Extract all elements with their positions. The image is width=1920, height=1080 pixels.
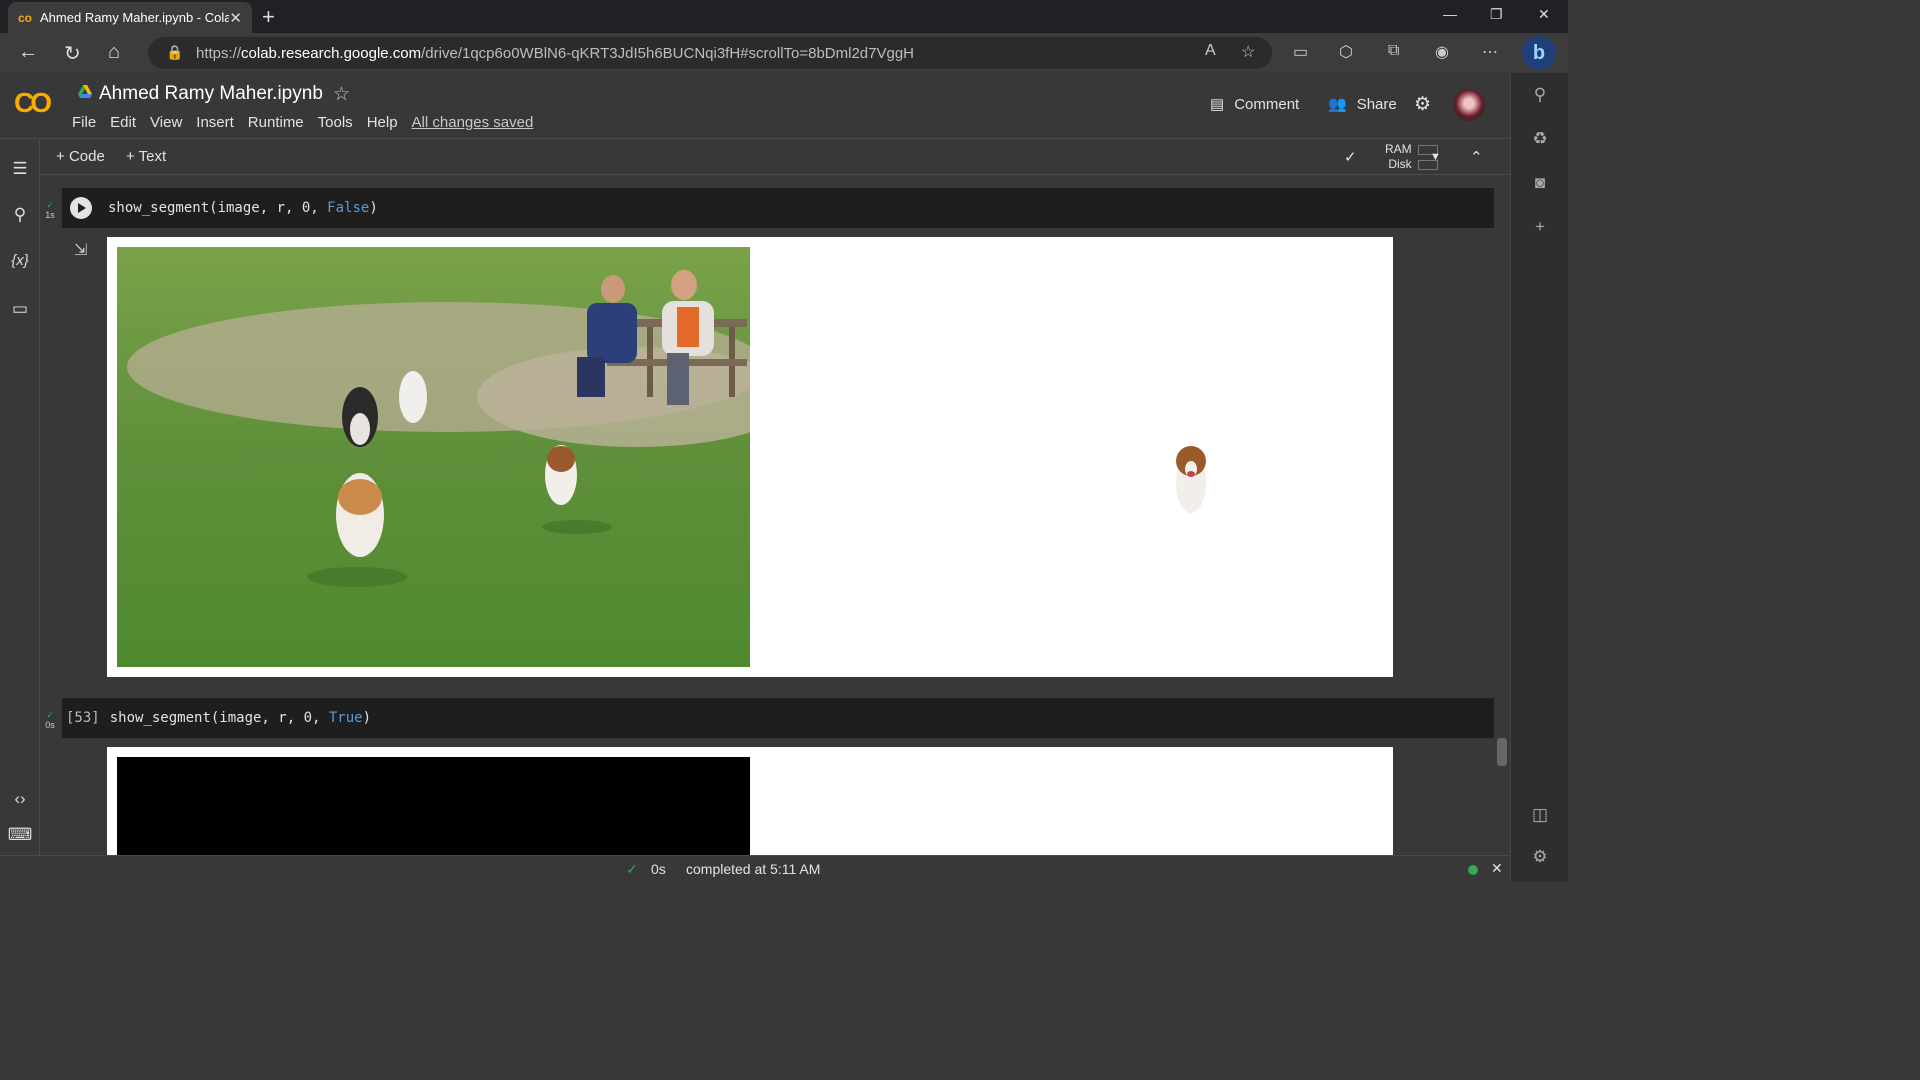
star-icon[interactable]: ☆ bbox=[333, 83, 350, 106]
dog-park-photo bbox=[117, 247, 750, 667]
comment-button[interactable]: ▤ Comment bbox=[1210, 95, 1299, 114]
more-icon[interactable]: ⋯ bbox=[1482, 42, 1498, 62]
cell-success-icon: ✓ bbox=[46, 710, 54, 720]
code-cell[interactable]: [53] show_segment(image, r, 0, True) bbox=[62, 698, 1494, 738]
url-text: https://colab.research.google.com/drive/… bbox=[196, 44, 915, 62]
address-bar: ← ↻ ⌂ 🔒 https://colab.research.google.co… bbox=[0, 33, 1568, 73]
menu-help[interactable]: Help bbox=[367, 114, 398, 131]
status-completed: completed at 5:11 AM bbox=[686, 861, 821, 877]
restore-icon[interactable]: ❐ bbox=[1490, 6, 1503, 23]
collections-icon[interactable]: ⧉ bbox=[1388, 42, 1399, 60]
cell-success-icon: ✓ bbox=[46, 200, 54, 210]
status-duration: 0s bbox=[651, 861, 666, 877]
new-tab-icon[interactable]: + bbox=[262, 4, 275, 30]
black-mask-image bbox=[117, 757, 750, 855]
lock-icon: 🔒 bbox=[166, 44, 184, 60]
bing-icon[interactable]: b bbox=[1522, 36, 1556, 70]
back-icon[interactable]: ← bbox=[18, 41, 38, 64]
sidebar-search-icon[interactable]: ⚲ bbox=[1511, 85, 1569, 105]
menu-bar: File Edit View Insert Runtime Tools Help… bbox=[72, 114, 533, 131]
menu-tools[interactable]: Tools bbox=[318, 114, 353, 131]
tab-title: Ahmed Ramy Maher.ipynb - Cola bbox=[40, 10, 230, 25]
add-code-button[interactable]: + Code bbox=[56, 148, 105, 165]
left-rail: ☰ ⚲ {x} ▭ ‹› ⌨ bbox=[0, 139, 40, 855]
sidebar-settings-icon[interactable]: ⚙ bbox=[1511, 847, 1569, 867]
cell-code: show_segment(image, r, 0, False) bbox=[108, 200, 378, 216]
table-of-contents-icon[interactable]: ☰ bbox=[0, 159, 40, 179]
browser-tab-strip: co Ahmed Ramy Maher.ipynb - Cola ✕ + — ❐… bbox=[0, 0, 1568, 33]
settings-gear-icon[interactable]: ⚙ bbox=[1414, 93, 1431, 116]
home-icon[interactable]: ⌂ bbox=[108, 41, 120, 64]
save-status-link[interactable]: All changes saved bbox=[412, 114, 534, 131]
terminal-icon[interactable]: ⌨ bbox=[0, 825, 40, 845]
close-window-icon[interactable]: ✕ bbox=[1538, 6, 1550, 23]
url-field[interactable]: 🔒 https://colab.research.google.com/driv… bbox=[148, 37, 1272, 69]
add-text-button[interactable]: + Text bbox=[126, 148, 166, 165]
runtime-status-dot bbox=[1468, 865, 1478, 875]
close-status-icon[interactable]: ✕ bbox=[1491, 860, 1503, 877]
segmented-dog-image bbox=[1176, 446, 1206, 513]
cell-code: show_segment(image, r, 0, True) bbox=[109, 710, 372, 726]
execution-count: [53] bbox=[66, 710, 100, 726]
browser-tab[interactable]: co Ahmed Ramy Maher.ipynb - Cola ✕ bbox=[8, 2, 252, 33]
notebook-title[interactable]: Ahmed Ramy Maher.ipynb bbox=[99, 83, 323, 105]
code-snippets-icon[interactable]: ‹› bbox=[0, 789, 40, 809]
cell-output bbox=[107, 747, 1393, 855]
people-icon: 👥 bbox=[1328, 96, 1347, 113]
variables-icon[interactable]: {x} bbox=[0, 252, 40, 269]
profile-icon[interactable]: ◉ bbox=[1435, 42, 1449, 62]
original-image bbox=[117, 247, 750, 667]
sidebar-add-icon[interactable]: + bbox=[1511, 217, 1569, 237]
search-icon[interactable]: ⚲ bbox=[0, 205, 40, 225]
avatar[interactable] bbox=[1453, 89, 1485, 121]
edge-sidebar: ⚲ ♻ ◙ + ◫ ⚙ bbox=[1510, 73, 1568, 882]
files-folder-icon[interactable]: ▭ bbox=[0, 299, 40, 319]
output-actions-icon[interactable]: ⇲ bbox=[74, 240, 87, 260]
runtime-dropdown-icon[interactable]: ▼ bbox=[1430, 151, 1441, 163]
extension-icon[interactable]: ▭ bbox=[1293, 42, 1308, 62]
run-cell-button[interactable] bbox=[70, 197, 92, 219]
status-bar: ✓ 0s completed at 5:11 AM ✕ bbox=[0, 855, 1510, 882]
close-tab-icon[interactable]: ✕ bbox=[229, 9, 242, 27]
minimize-icon[interactable]: — bbox=[1443, 6, 1457, 22]
colab-header: CO Ahmed Ramy Maher.ipynb ☆ File Edit Vi… bbox=[0, 73, 1510, 139]
share-button[interactable]: 👥 Share bbox=[1328, 95, 1397, 114]
notebook-content: ✓ 1s show_segment(image, r, 0, False) ⇲ bbox=[40, 176, 1510, 855]
favorite-icon[interactable]: ☆ bbox=[1241, 42, 1255, 62]
colab-favicon-icon: co bbox=[18, 10, 33, 25]
menu-insert[interactable]: Insert bbox=[196, 114, 234, 131]
puzzle-icon[interactable]: ⬡ bbox=[1339, 42, 1353, 62]
sidebar-tools-icon[interactable]: ♻ bbox=[1511, 129, 1569, 149]
menu-file[interactable]: File bbox=[72, 114, 96, 131]
notebook-toolbar: + Code + Text ✓ RAM Disk ▼ ⌃ bbox=[40, 139, 1510, 175]
colab-logo-icon[interactable]: CO bbox=[14, 87, 52, 119]
cell-status: ✓ 1s bbox=[45, 200, 55, 220]
read-aloud-icon[interactable]: A bbox=[1205, 42, 1216, 60]
menu-runtime[interactable]: Runtime bbox=[248, 114, 304, 131]
menu-view[interactable]: View bbox=[150, 114, 182, 131]
status-check-icon: ✓ bbox=[626, 861, 638, 877]
collapse-header-icon[interactable]: ⌃ bbox=[1470, 148, 1483, 166]
reload-icon[interactable]: ↻ bbox=[64, 41, 81, 66]
cell-output bbox=[107, 237, 1393, 677]
notebook-scrollbar[interactable] bbox=[1497, 738, 1507, 766]
code-cell[interactable]: show_segment(image, r, 0, False) bbox=[62, 188, 1494, 228]
comment-icon: ▤ bbox=[1210, 96, 1225, 113]
drive-icon bbox=[78, 85, 92, 98]
cell-status: ✓ 0s bbox=[45, 710, 55, 730]
connected-check-icon: ✓ bbox=[1344, 149, 1357, 166]
menu-edit[interactable]: Edit bbox=[110, 114, 136, 131]
sidebar-panel-icon[interactable]: ◫ bbox=[1511, 805, 1569, 825]
sidebar-outlook-icon[interactable]: ◙ bbox=[1511, 173, 1569, 193]
